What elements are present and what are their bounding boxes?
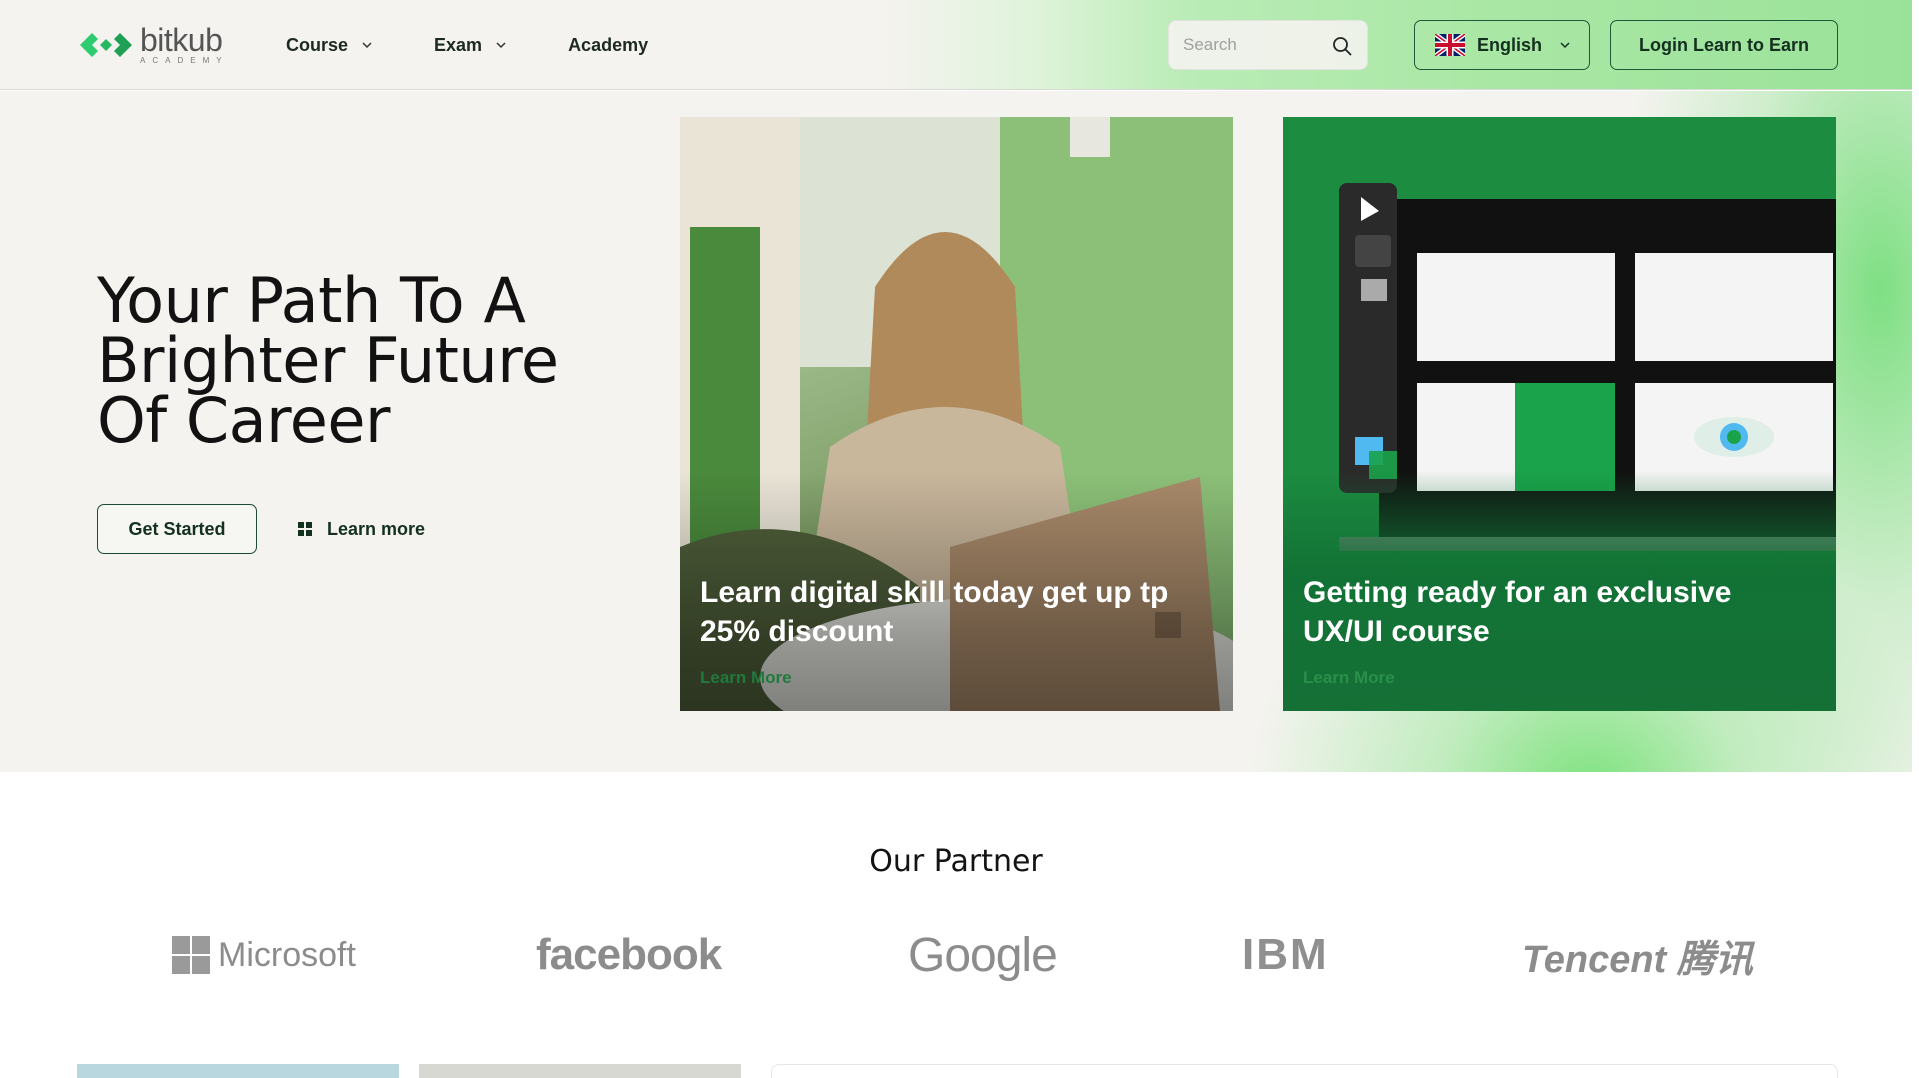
course-thumbnail[interactable] [77, 1064, 399, 1078]
page-scrollbar[interactable] [1912, 0, 1919, 1078]
header-divider [1391, 26, 1392, 64]
search-input[interactable] [1183, 35, 1333, 55]
hero-title-line: Of Career [97, 384, 391, 457]
card-headline: Getting ready for an exclusive UX/UI cou… [1303, 576, 1732, 648]
get-started-button[interactable]: Get Started [97, 504, 257, 554]
login-button[interactable]: Login Learn to Earn [1610, 20, 1838, 70]
partner-name: Microsoft [218, 935, 356, 974]
learn-more-button[interactable]: Learn more [297, 504, 425, 554]
hero-title: Your Path To A Brighter Future Of Career [97, 264, 657, 457]
nav-exam-label: Exam [434, 34, 483, 55]
grid-icon [298, 522, 312, 536]
bitkub-logo-icon [80, 32, 132, 57]
card-learn-more-link[interactable]: Learn More [1303, 668, 1395, 688]
logo-subtitle: ACADEMY [140, 56, 229, 65]
promo-card-discount[interactable]: Learn digital skill today get up tp 25% … [680, 117, 1233, 711]
partner-logo-microsoft: Microsoft [172, 920, 356, 990]
partner-logo-facebook: facebook [536, 920, 722, 990]
partner-name: facebook [536, 930, 722, 979]
nav-academy-label: Academy [568, 34, 649, 55]
top-navbar: bitkub ACADEMY Course Exam Academy Searc… [0, 0, 1919, 90]
chevron-down-icon [496, 42, 506, 49]
partner-name: Tencent 腾讯 [1522, 938, 1753, 981]
nav-academy[interactable]: Academy [568, 35, 648, 56]
learn-more-label: Learn more [327, 518, 426, 539]
partner-logo-ibm: IBM [1242, 920, 1329, 990]
partner-name: Google [908, 928, 1058, 982]
promo-card-uxui[interactable]: Getting ready for an exclusive UX/UI cou… [1283, 117, 1836, 711]
partners-heading: Our Partner [869, 844, 1043, 879]
chevron-down-icon [362, 42, 372, 49]
language-selector[interactable]: English [1414, 20, 1590, 70]
bitkub-academy-logo[interactable]: bitkub ACADEMY [78, 24, 229, 65]
microsoft-logo-icon [172, 936, 210, 974]
chevron-down-icon [1560, 42, 1570, 49]
uk-flag-icon [1435, 34, 1465, 56]
search-icon[interactable] [1331, 35, 1353, 57]
course-thumbnail[interactable] [419, 1064, 741, 1078]
course-panel [771, 1064, 1838, 1078]
card-learn-more-link[interactable]: Learn More [700, 668, 792, 688]
nav-exam[interactable]: Exam [434, 35, 506, 56]
partner-logo-tencent: Tencent 腾讯 [1522, 920, 1753, 990]
search-box [1168, 20, 1368, 70]
language-label: English [1477, 34, 1543, 55]
hero-title-line: Brighter Future [97, 324, 559, 397]
partner-name: IBM [1242, 930, 1329, 980]
card-headline: Learn digital skill today get up tp 25% … [700, 576, 1169, 648]
hero-title-line: Your Path To A [97, 264, 526, 337]
nav-course-label: Course [286, 34, 349, 55]
main-nav: Course Exam Academy [286, 0, 710, 90]
logo-wordmark: bitkub [140, 22, 223, 58]
hero-section: Your Path To A Brighter Future Of Career… [0, 91, 1912, 772]
nav-course[interactable]: Course [286, 35, 372, 56]
partner-logo-google: Google [908, 920, 1058, 990]
